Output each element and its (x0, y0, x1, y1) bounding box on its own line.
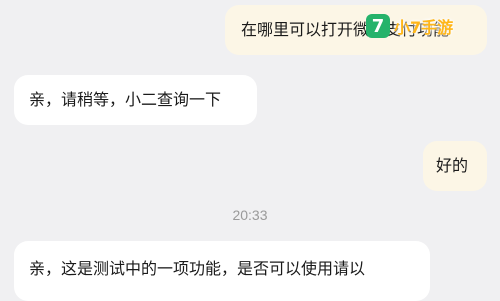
message-text: 亲，这是测试中的一项功能，是否可以使用请以 (29, 259, 366, 278)
message-text: 亲，请稍等，小二查询一下 (29, 90, 222, 109)
incoming-message-bubble[interactable]: 亲，这是测试中的一项功能，是否可以使用请以 (14, 241, 430, 301)
watermark-badge-icon: 7 (366, 14, 390, 38)
outgoing-message-bubble[interactable]: 好的 (423, 141, 487, 191)
incoming-message-bubble[interactable]: 亲，请稍等，小二查询一下 (14, 75, 257, 125)
watermark-logo: 7 小7手游 (366, 14, 453, 38)
message-text: 好的 (436, 156, 469, 175)
watermark-text: 小7手游 (394, 18, 454, 37)
message-timestamp: 20:33 (232, 207, 268, 223)
